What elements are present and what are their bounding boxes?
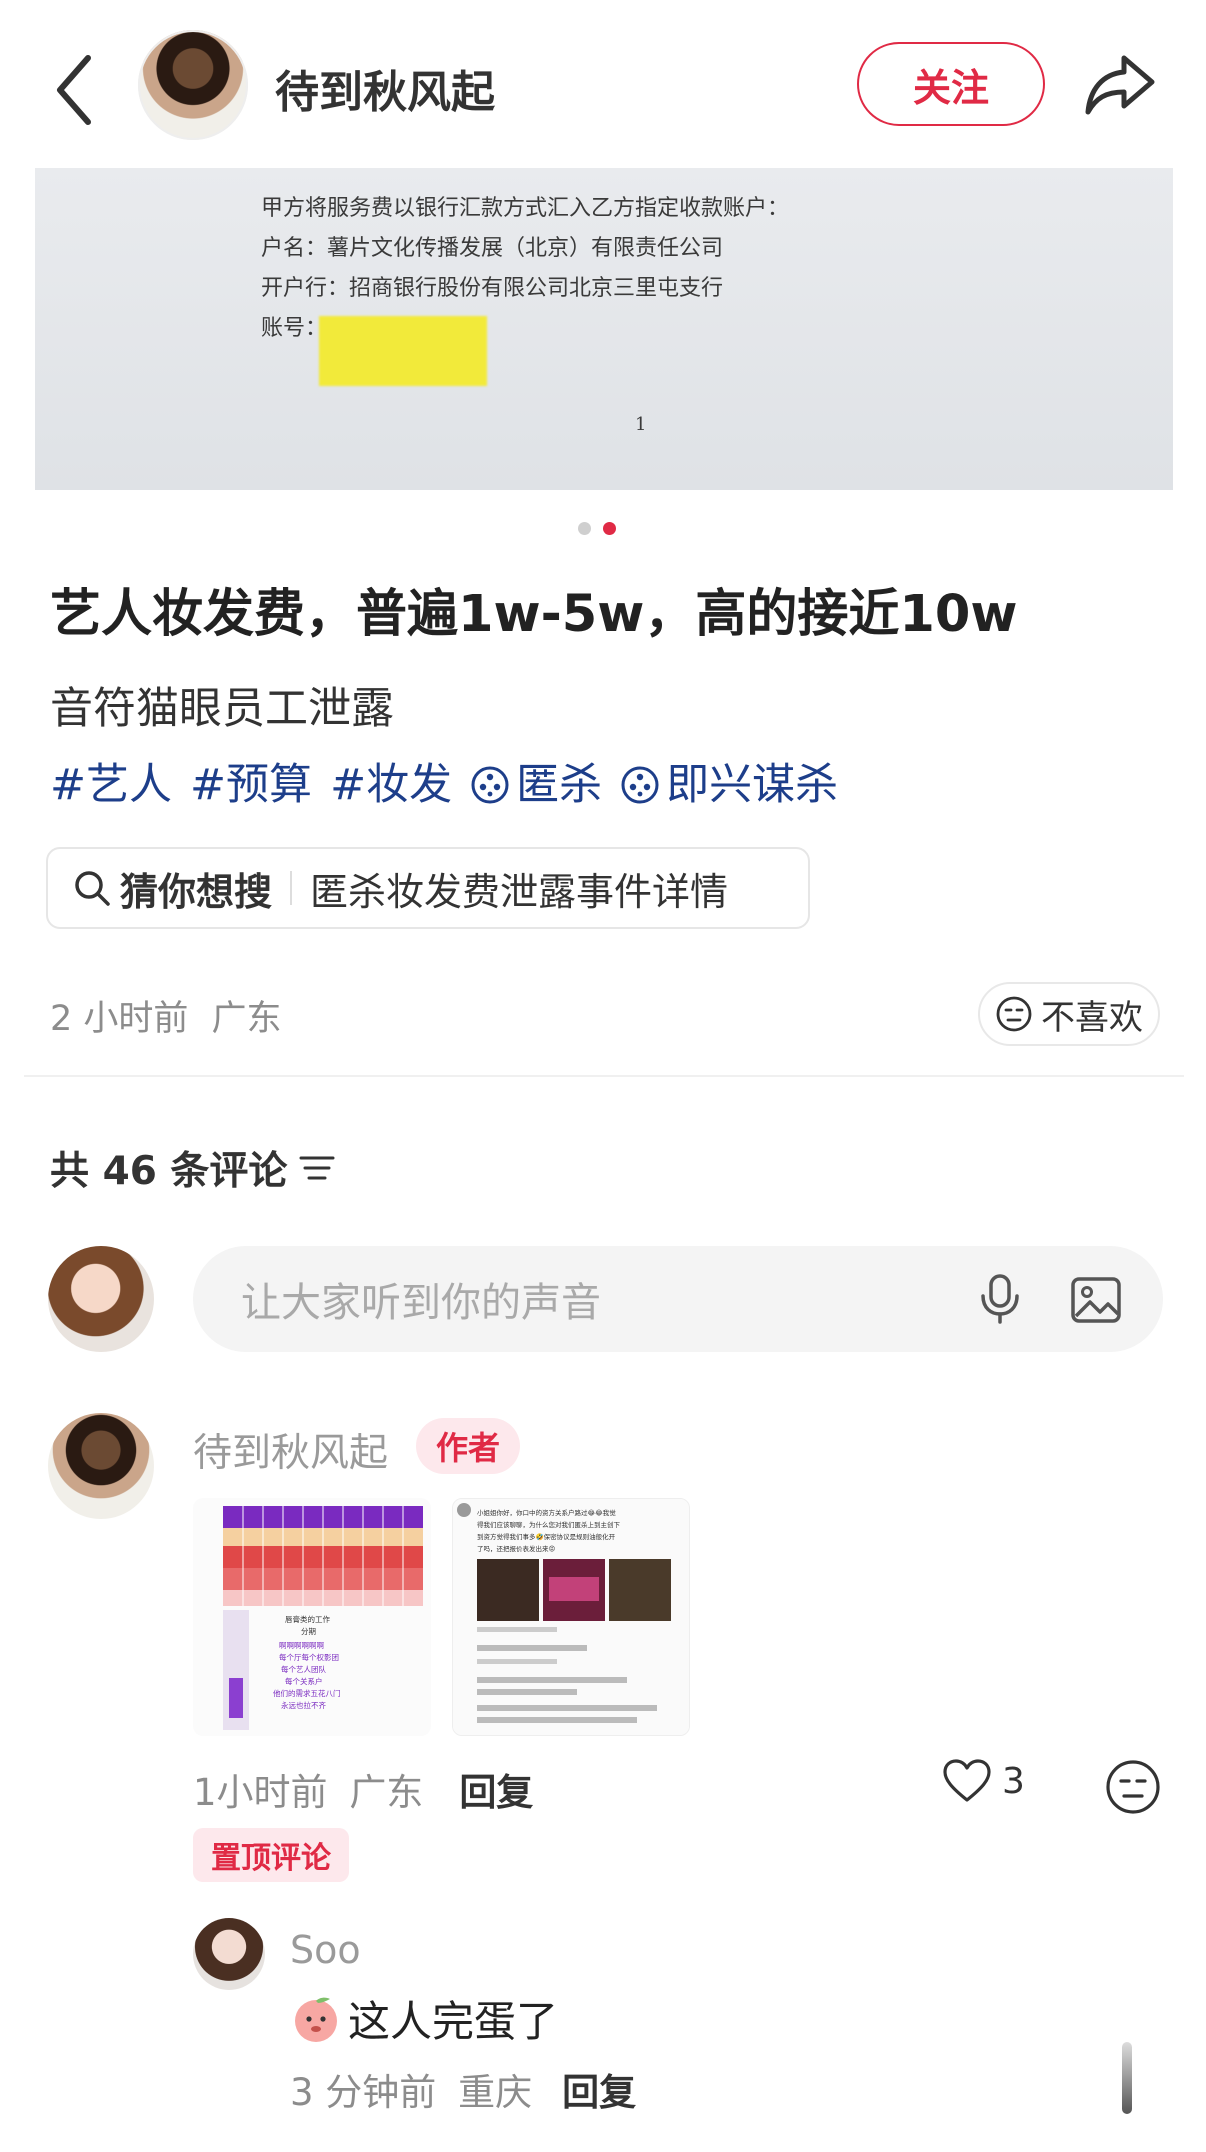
my-avatar: [48, 1246, 154, 1352]
dislike-label: 不喜欢: [1041, 997, 1143, 1038]
author-avatar[interactable]: [138, 30, 248, 140]
like-count: 3: [1002, 1760, 1025, 1802]
thumbnail-text: 每个关系户: [285, 1676, 323, 1686]
commenter-name[interactable]: 待到秋风起: [193, 1422, 388, 1478]
post-image[interactable]: 甲方将服务费以银行汇款方式汇入乙方指定收款账户： 户名：薯片文化传播发展（北京）…: [35, 168, 1173, 490]
movie-tag-label: 即兴谋杀: [666, 760, 839, 810]
scrollbar[interactable]: [1122, 2042, 1132, 2114]
tag-list: #艺人 #预算 #妆发 匿杀 即兴谋杀: [50, 750, 838, 812]
peach-emoji-icon: [295, 1997, 337, 2042]
comment-time-location: 1小时前 广东: [193, 1762, 423, 1816]
search-icon: [75, 871, 110, 906]
film-reel-icon: [621, 766, 659, 804]
redaction-highlight: [319, 316, 487, 386]
commenter-avatar[interactable]: [48, 1413, 154, 1519]
thumbnail-text: 到资方觉得我们事多🤣保密协议是规则油般化开: [477, 1532, 616, 1541]
comment-image[interactable]: 唇膏类的工作 分期 啊啊啊啊啊啊 每个厅每个权影团 每个艺人团队 每个关系户 他…: [193, 1498, 431, 1736]
related-search-query: 匿杀妆发费泄露事件详情: [310, 869, 729, 914]
post-title: 艺人妆发费，普遍1w-5w，高的接近10w: [50, 585, 1018, 644]
reply-time: 3 分钟前: [290, 2071, 437, 2114]
post-detail-page: 待到秋风起 关注 甲方将服务费以银行汇款方式汇入乙方指定收款账户： 户名：薯片文…: [0, 0, 1206, 2152]
post-body: 音符猫眼员工泄露: [50, 684, 394, 734]
comment-meta: 1小时前 广东 回复: [193, 1762, 533, 1816]
comment-time: 1小时前: [193, 1771, 328, 1814]
doc-line: 甲方将服务费以银行汇款方式汇入乙方指定收款账户：: [261, 196, 790, 221]
reply-name[interactable]: Soo: [290, 1928, 361, 1972]
heart-icon: [943, 1759, 991, 1802]
film-reel-icon: [471, 766, 509, 804]
movie-tag[interactable]: 即兴谋杀: [620, 750, 838, 812]
comment-image[interactable]: 小姐姐你好，你口中的资方关系户路过😂😂我觉 得我们应该聊聊，为什么您对我们匿杀上…: [452, 1498, 690, 1736]
doc-page-number: 1: [635, 414, 647, 435]
thumbnail-text: 唇膏类的工作: [285, 1614, 330, 1624]
spreadsheet-thumbnail: 唇膏类的工作 分期 啊啊啊啊啊啊 每个厅每个权影团 每个艺人团队 每个关系户 他…: [193, 1498, 431, 1736]
doc-line: 账号：: [261, 316, 328, 341]
doc-line: 开户行：招商银行股份有限公司北京三里屯支行: [261, 276, 724, 301]
thumbnail-text: 分期: [301, 1627, 316, 1636]
microphone-icon[interactable]: [972, 1270, 1028, 1326]
hashtag[interactable]: #艺人: [50, 750, 172, 812]
reply-time-location: 3 分钟前 重庆: [290, 2062, 532, 2116]
thumbnail-text: 了吗，还把报价表发出来😡: [477, 1544, 556, 1553]
pinned-badge: 置顶评论: [193, 1828, 349, 1882]
pager-dot-active: [603, 522, 616, 535]
thumbnail-text: 得我们应该聊聊，为什么您对我们匿杀上到主创下: [477, 1520, 621, 1529]
author-badge: 作者: [416, 1418, 521, 1474]
sort-icon[interactable]: [299, 1153, 335, 1183]
thumbnail-text: 小姐姐你好，你口中的资方关系户路过😂😂我觉: [477, 1508, 616, 1517]
follow-button[interactable]: 关注: [857, 42, 1045, 126]
share-icon[interactable]: [1084, 52, 1156, 116]
section-divider: [24, 1075, 1184, 1077]
author-name[interactable]: 待到秋风起: [275, 56, 495, 120]
reply-meta: 3 分钟前 重庆 回复: [290, 2062, 636, 2116]
comment-count-label: 共 46 条评论: [50, 1149, 288, 1194]
image-pager: [578, 522, 616, 535]
thumbnail-text: 每个艺人团队: [281, 1664, 326, 1674]
comment-location: 广东: [349, 1771, 424, 1814]
comment-count: 共 46 条评论: [50, 1140, 335, 1196]
back-arrow-icon[interactable]: [52, 52, 96, 128]
reply-button[interactable]: 回复: [562, 2062, 636, 2116]
movie-tag-label: 匿杀: [516, 760, 603, 810]
reply-button[interactable]: 回复: [459, 1762, 533, 1816]
doc-line: 户名：薯片文化传播发展（北京）有限责任公司: [261, 236, 724, 261]
thumbnail-text: 啊啊啊啊啊啊: [279, 1641, 324, 1650]
dislike-button[interactable]: 不喜欢: [978, 982, 1160, 1046]
hashtag[interactable]: #妆发: [330, 750, 452, 812]
neutral-face-icon: [996, 996, 1032, 1032]
post-location: 广东: [211, 999, 282, 1039]
reply-content: 这人完蛋了: [348, 1997, 559, 2046]
related-search[interactable]: 猜你想搜 匿杀妆发费泄露事件详情: [46, 847, 810, 929]
thumbnail-text: 永远也拉不齐: [281, 1700, 326, 1710]
pager-dot: [578, 522, 591, 535]
thumbnail-text: 每个厅每个权影团: [279, 1652, 339, 1662]
related-search-label: 猜你想搜: [120, 869, 273, 914]
movie-tag[interactable]: 匿杀: [470, 750, 602, 812]
hashtag[interactable]: #预算: [190, 750, 312, 812]
neutral-face-icon[interactable]: [1104, 1758, 1162, 1816]
like-button[interactable]: 3: [942, 1758, 1025, 1804]
post-time: 2 小时前: [50, 999, 189, 1039]
image-icon[interactable]: [1068, 1272, 1124, 1328]
reply-location: 重庆: [458, 2071, 533, 2114]
divider: [290, 871, 293, 905]
reply-avatar[interactable]: [193, 1918, 265, 1990]
reply-text: 这人完蛋了: [290, 1988, 558, 2049]
chat-screenshot-thumbnail: 小姐姐你好，你口中的资方关系户路过😂😂我觉 得我们应该聊聊，为什么您对我们匿杀上…: [453, 1499, 689, 1735]
thumbnail-text: 他们的需求五花八门: [273, 1688, 341, 1698]
post-meta: 2 小时前 广东: [50, 990, 282, 1041]
